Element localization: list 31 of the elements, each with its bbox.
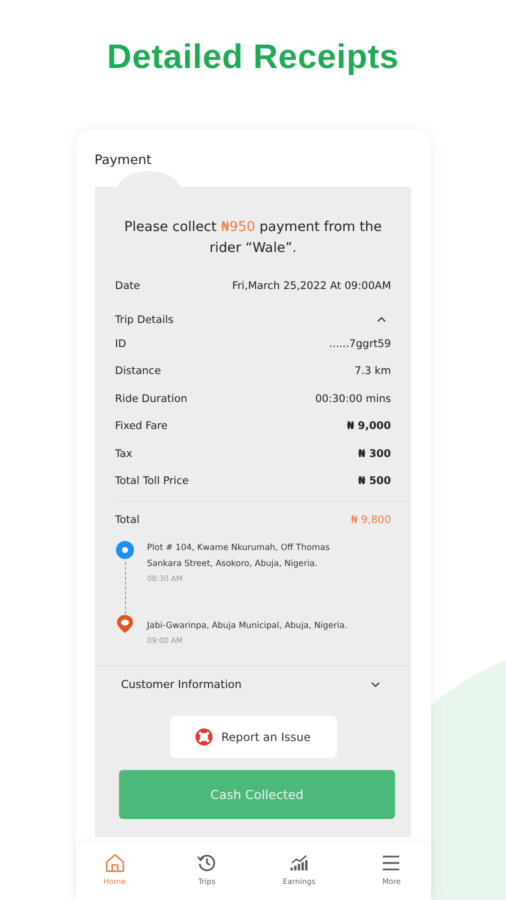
row-value: 00:30:00 mins xyxy=(315,392,391,405)
row-label: Ride Duration xyxy=(115,392,188,405)
row-value: ......7ggrt59 xyxy=(329,338,391,350)
row-label: ID xyxy=(115,338,126,350)
trip-details-header[interactable]: Trip Details xyxy=(115,310,391,330)
map-pin-icon xyxy=(115,614,135,634)
headline: Detailed Receipts xyxy=(107,38,399,78)
row-label: Fixed Fare xyxy=(115,420,168,432)
row-label: Tax xyxy=(115,448,132,460)
section-label: Customer Information xyxy=(121,678,242,690)
row-value: ₦ 9,800 xyxy=(350,514,391,526)
row-label: Distance xyxy=(115,365,161,378)
row-label: Total Toll Price xyxy=(115,475,189,488)
home-icon xyxy=(104,852,126,874)
report-button[interactable]: Report an Issue xyxy=(170,716,336,758)
row-label: Total xyxy=(115,514,140,526)
customer-info-header[interactable]: Customer Information xyxy=(115,674,391,694)
history-icon xyxy=(196,852,218,874)
row-value: ₦ 9,000 xyxy=(346,420,391,432)
payment-prompt: Please collect ₦950 payment from the rider “Wale”. xyxy=(123,218,383,258)
stop-address: Plot # 104, Kwame Nkurumah, Off Thomas Sankara Street, Asokoro, Abuja, Nigeria. xyxy=(147,542,331,571)
row-value: ₦ 500 xyxy=(358,475,391,488)
section-label: Trip Details xyxy=(115,314,174,326)
stop-address: Jabi-Gwarinpa, Abuja Municipal, Abuja, Nigeria. xyxy=(147,620,348,633)
lifebuoy-icon xyxy=(195,728,214,746)
row-value: 7.3 km xyxy=(354,365,391,378)
row-value: ₦ 300 xyxy=(358,448,391,460)
row-label: Date xyxy=(115,280,140,292)
row-value: Fri,March 25,2022 At 09:00AM xyxy=(232,280,391,292)
pickup-dot-icon xyxy=(115,540,135,560)
screen-title: Payment xyxy=(94,153,152,168)
